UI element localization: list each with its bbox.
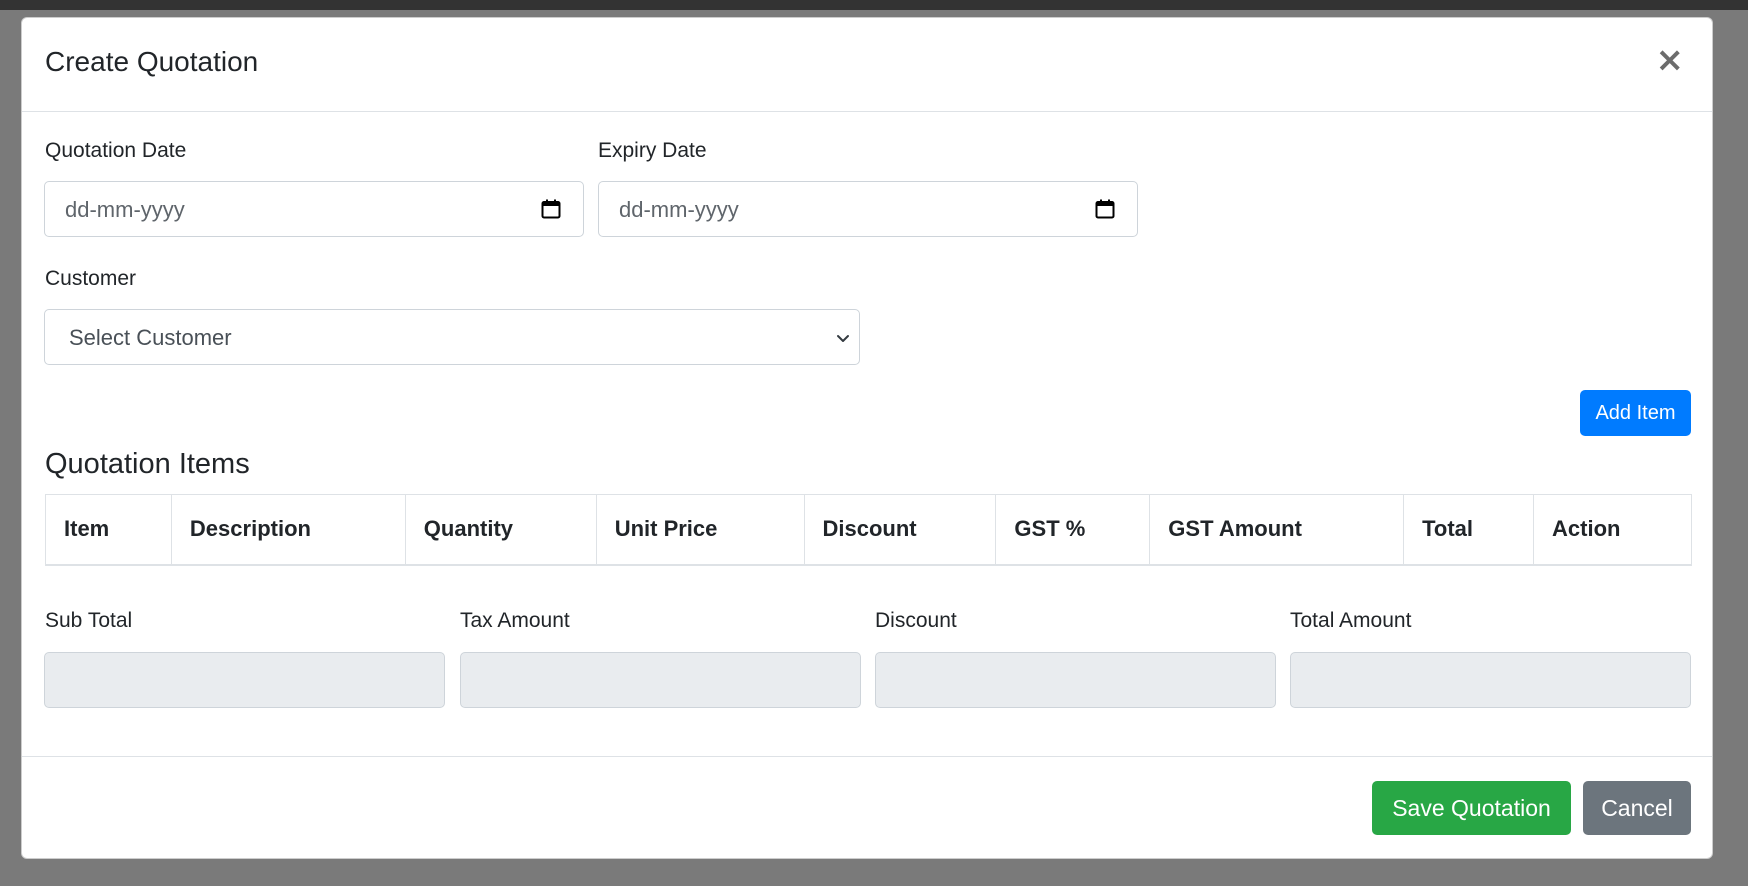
expiry-date-input[interactable]: dd-mm-yyyy	[598, 181, 1138, 237]
column-header-gst-amount: GST Amount	[1149, 494, 1405, 566]
window-top-bar	[0, 0, 1748, 10]
total-amount-field	[1290, 652, 1691, 708]
tax-amount-label: Tax Amount	[460, 609, 570, 632]
column-header-total: Total	[1403, 494, 1535, 566]
modal-title: Create Quotation	[45, 46, 259, 77]
chevron-down-icon	[837, 335, 849, 342]
column-header-discount: Discount	[803, 494, 997, 566]
sub-total-field	[44, 652, 445, 708]
column-header-unit-price: Unit Price	[595, 494, 805, 566]
discount-field	[875, 652, 1276, 708]
add-item-button[interactable]: Add Item	[1580, 390, 1691, 436]
column-header-gst-percent: GST %	[995, 494, 1151, 566]
quotation-date-placeholder: dd-mm-yyyy	[65, 197, 185, 222]
modal-header: Create Quotation ×	[22, 18, 1712, 112]
modal-footer: Save Quotation Cancel	[22, 756, 1712, 858]
column-header-description: Description	[170, 494, 406, 566]
expiry-date-placeholder: dd-mm-yyyy	[619, 197, 739, 222]
quotation-date-input[interactable]: dd-mm-yyyy	[44, 181, 584, 237]
quotation-date-label: Quotation Date	[45, 139, 187, 162]
cancel-button[interactable]: Cancel	[1583, 781, 1691, 835]
table-header-row: Item Description Quantity Unit Price Dis…	[45, 494, 1692, 566]
calendar-icon[interactable]	[541, 199, 561, 219]
quotation-items-table: Item Description Quantity Unit Price Dis…	[45, 494, 1692, 566]
column-header-action: Action	[1533, 494, 1692, 566]
tax-amount-field	[460, 652, 861, 708]
customer-label: Customer	[45, 267, 137, 290]
calendar-icon[interactable]	[1095, 199, 1115, 219]
save-quotation-button[interactable]: Save Quotation	[1372, 781, 1571, 835]
column-header-item: Item	[45, 494, 172, 566]
customer-select-value: Select Customer	[69, 325, 232, 350]
customer-select[interactable]: Select Customer	[44, 309, 860, 365]
total-amount-label: Total Amount	[1290, 609, 1412, 632]
create-quotation-modal: Create Quotation × Quotation Date dd-mm-…	[21, 17, 1713, 859]
sub-total-label: Sub Total	[45, 609, 133, 632]
column-header-quantity: Quantity	[404, 494, 597, 566]
expiry-date-label: Expiry Date	[598, 139, 707, 162]
quotation-items-title: Quotation Items	[45, 448, 250, 480]
close-icon[interactable]: ×	[1650, 42, 1691, 78]
discount-label: Discount	[875, 609, 957, 632]
